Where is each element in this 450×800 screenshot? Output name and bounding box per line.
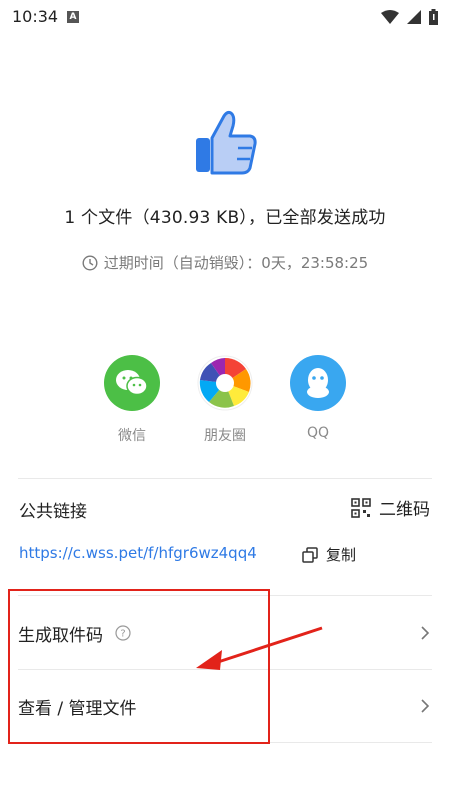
divider xyxy=(18,478,432,479)
battery-icon xyxy=(429,9,438,25)
share-moments-label: 朋友圈 xyxy=(204,428,246,444)
public-link-title: 公共链接 xyxy=(19,502,87,522)
cellular-signal-icon xyxy=(407,10,421,24)
qq-icon xyxy=(290,355,346,411)
share-wechat[interactable]: 微信 xyxy=(97,355,167,445)
qr-code-button[interactable]: 二维码 xyxy=(351,495,430,520)
expiry-info: 过期时间（自动销毁）：0天，23:58:25 xyxy=(0,252,450,273)
send-summary: 1 个文件（430.93 KB），已全部发送成功 xyxy=(64,208,386,228)
copy-label: 复制 xyxy=(326,546,357,564)
public-link-url[interactable]: https://c.wss.pet/f/hfgr6wz4qq4 xyxy=(19,544,257,562)
wechat-icon xyxy=(104,355,160,411)
status-bar: 10:34 A xyxy=(0,0,450,34)
qr-code-label: 二维码 xyxy=(379,500,430,520)
share-qq[interactable]: QQ xyxy=(283,355,353,441)
expiry-text: 过期时间（自动销毁）：0天，23:58:25 xyxy=(103,254,369,272)
moments-icon xyxy=(197,355,253,411)
wifi-icon xyxy=(381,10,399,24)
share-wechat-label: 微信 xyxy=(118,428,146,444)
copy-link-button[interactable]: 复制 xyxy=(302,544,356,565)
status-indicators xyxy=(381,8,438,26)
qr-code-icon xyxy=(351,497,371,518)
share-qq-label: QQ xyxy=(306,425,330,441)
app-notification-icon: A xyxy=(67,11,79,23)
chevron-right-icon xyxy=(421,626,430,640)
clock-icon xyxy=(82,254,98,271)
share-targets: 微信 朋友圈 QQ xyxy=(0,355,450,450)
chevron-right-icon xyxy=(421,699,430,713)
success-thumbs-up-icon xyxy=(196,110,257,175)
status-time: 10:34 xyxy=(12,7,59,26)
copy-icon xyxy=(302,546,318,563)
annotation-arrow-icon xyxy=(196,626,323,670)
share-moments[interactable]: 朋友圈 xyxy=(190,355,260,445)
